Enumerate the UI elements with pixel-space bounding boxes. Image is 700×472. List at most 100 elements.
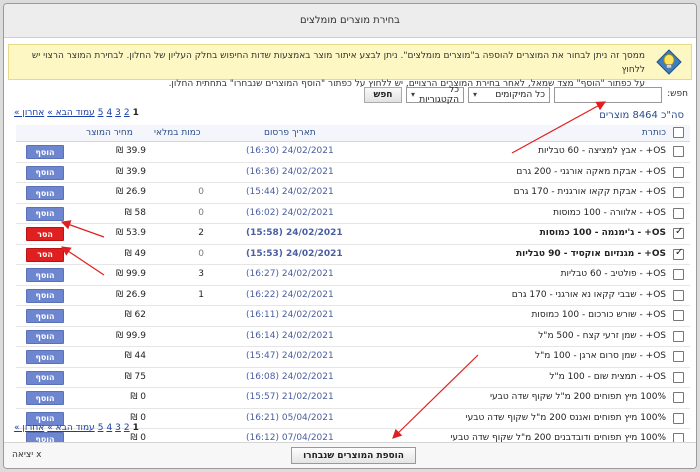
product-price: 58 ₪ <box>124 207 146 218</box>
table-row: OS+ - שמן זרעי קצח - 500 מ"ל (16:14) 24/0… <box>16 327 690 347</box>
add-button[interactable]: הוסף <box>26 165 64 180</box>
product-price: 53.9 ₪ <box>116 228 146 238</box>
add-button[interactable]: הוסף <box>26 370 64 385</box>
row-select-checkbox[interactable] <box>673 371 684 383</box>
row-select-checkbox[interactable] <box>673 392 684 403</box>
publish-date: (16:11) 24/02/2021 <box>246 310 334 320</box>
publish-time: (15:58) <box>246 228 283 238</box>
categories-select[interactable]: כל הקטגוריות ▾ <box>406 85 464 105</box>
recommended-products-dialog: בחירת מוצרים מומלצים ממסך זה ניתן לבחור … <box>3 3 697 469</box>
pager-page-2[interactable]: 2 <box>124 108 130 118</box>
stock-qty: 3 <box>198 269 204 279</box>
header-price: מחיר המוצר <box>86 128 133 138</box>
row-select-checkbox[interactable] <box>673 351 684 362</box>
publish-day: 24/02/2021 <box>281 207 334 218</box>
publish-time: (16:11) <box>246 310 279 320</box>
publish-date: (16:21) 05/04/2021 <box>246 413 334 423</box>
row-select-checkbox[interactable] <box>673 187 684 198</box>
product-name: OS+ - תמצית שום - 100 מ"ל <box>549 371 666 382</box>
row-select-checkbox[interactable] <box>673 226 684 239</box>
header-title: כותרת <box>641 128 666 138</box>
locations-select[interactable]: כל המיקומים ▾ <box>468 87 550 103</box>
add-button[interactable]: הוסף <box>26 391 64 405</box>
pager-page-5[interactable]: 5 <box>98 423 104 433</box>
publish-day: 24/02/2021 <box>281 371 334 382</box>
publish-date: (16:02) 24/02/2021 <box>246 208 334 218</box>
product-price: 39.9 ₪ <box>116 146 146 156</box>
add-button[interactable]: הוסף <box>26 350 64 364</box>
product-price: 26.9 ₪ <box>116 187 146 197</box>
publish-day: 24/02/2021 <box>281 146 334 156</box>
publish-day: 24/02/2021 <box>281 187 334 197</box>
pager-bottom: 1 2 3 4 5 עמוד הבא » אחרון » <box>14 423 139 433</box>
remove-button[interactable]: הסר <box>26 227 64 241</box>
exit-link[interactable]: x יציאה <box>12 450 41 460</box>
publish-time: (16:27) <box>246 269 279 279</box>
publish-time: (15:44) <box>246 187 279 197</box>
dialog-footer: הוספת המוצרים שנבחרו x יציאה <box>4 442 696 468</box>
publish-time: (16:21) <box>246 412 279 423</box>
product-name: OS+ - שורש כורכום - 100 כמוסות <box>531 310 667 320</box>
table-header: כותרת תאריך פרסום כמות במלאי מחיר המוצר <box>16 125 690 142</box>
product-name: OS+ - אבקת מאקה אורגני - 200 גרם <box>516 166 666 177</box>
total-products-label: סה"כ 8464 מוצרים <box>599 110 684 121</box>
product-name: OS+ - אלוורה - 100 כמוסות <box>553 207 666 218</box>
search-bar: חפש: כל המיקומים ▾ כל הקטגוריות ▾ חפש <box>4 85 696 105</box>
remove-button[interactable]: הסר <box>26 247 64 262</box>
table-row: OS+ - אבקת קקאו אורגנית - 170 גרם (15:44)… <box>16 183 690 204</box>
publish-time: (16:08) <box>246 371 279 382</box>
pager-page-3[interactable]: 3 <box>115 108 121 118</box>
row-select-checkbox[interactable] <box>673 289 684 301</box>
pager-page-4[interactable]: 4 <box>106 423 112 433</box>
row-select-checkbox[interactable] <box>673 207 684 219</box>
table-row: OS+ - שבבי קקאו נא אורגני - 170 גרם (16:2… <box>16 286 690 306</box>
search-button[interactable]: חפש <box>364 87 402 103</box>
add-button[interactable]: הוסף <box>26 288 64 303</box>
row-select-checkbox[interactable] <box>673 247 684 260</box>
row-select-checkbox[interactable] <box>673 412 684 424</box>
pager-next[interactable]: עמוד הבא » <box>47 108 94 118</box>
add-button[interactable]: הוסף <box>26 309 64 323</box>
products-table: כותרת תאריך פרסום כמות במלאי מחיר המוצר … <box>16 125 690 450</box>
publish-time: (16:30) <box>246 146 279 156</box>
pager-page-4[interactable]: 4 <box>106 108 112 118</box>
add-button[interactable]: הוסף <box>26 329 64 344</box>
add-button[interactable]: הוסף <box>26 268 64 282</box>
add-selected-products-button[interactable]: הוספת המוצרים שנבחרו <box>291 447 416 464</box>
pager-top: 1 2 3 4 5 עמוד הבא » אחרון » <box>14 108 139 118</box>
publish-day: 24/02/2021 <box>281 166 334 177</box>
product-price: 0 ₪ <box>130 412 146 423</box>
row-select-checkbox[interactable] <box>673 146 684 157</box>
table-row: OS+ - מגנזיום אוקסיד - 90 טבליות (15:53) … <box>16 245 690 265</box>
pager-page-3[interactable]: 3 <box>115 423 121 433</box>
chevron-down-icon: ▾ <box>473 90 478 99</box>
table-row: 100% מיץ תפוחים 200 מ"ל שקוף שדה טבעי (15… <box>16 388 690 409</box>
select-all-checkbox[interactable] <box>673 127 684 138</box>
product-price: 44 ₪ <box>124 351 146 361</box>
publish-time: (16:22) <box>246 289 279 300</box>
add-button[interactable]: הוסף <box>26 206 64 221</box>
search-input[interactable] <box>554 87 662 103</box>
table-body: OS+ - אבץ למציצה - 60 טבליות (16:30) 24/0… <box>16 142 690 450</box>
row-select-checkbox[interactable] <box>673 269 684 280</box>
product-name: OS+ - שמן זרעי קצח - 500 מ"ל <box>538 330 666 341</box>
pager-current: 1 <box>132 108 139 118</box>
pager-last[interactable]: אחרון » <box>14 423 44 433</box>
table-row: OS+ - אלוורה - 100 כמוסות (16:02) 24/02/2… <box>16 204 690 224</box>
product-price: 49 ₪ <box>124 248 146 259</box>
row-select-checkbox[interactable] <box>673 330 684 342</box>
add-button[interactable]: הוסף <box>26 186 64 200</box>
add-button[interactable]: הוסף <box>26 145 64 159</box>
row-select-checkbox[interactable] <box>673 310 684 321</box>
product-price: 0 ₪ <box>130 392 146 402</box>
product-name: 100% מיץ תפוחים ואננס 200 מ"ל שקוף שדה ט… <box>465 412 666 423</box>
product-price: 26.9 ₪ <box>116 289 146 300</box>
pager-last[interactable]: אחרון » <box>14 108 44 118</box>
publish-date: (15:58) 24/02/2021 <box>246 228 343 238</box>
stock-qty: 0 <box>198 207 204 218</box>
pager-next[interactable]: עמוד הבא » <box>47 423 94 433</box>
row-select-checkbox[interactable] <box>673 166 684 178</box>
pager-page-5[interactable]: 5 <box>98 108 104 118</box>
product-price: 99.9 ₪ <box>116 269 146 279</box>
pager-page-2[interactable]: 2 <box>124 423 130 433</box>
